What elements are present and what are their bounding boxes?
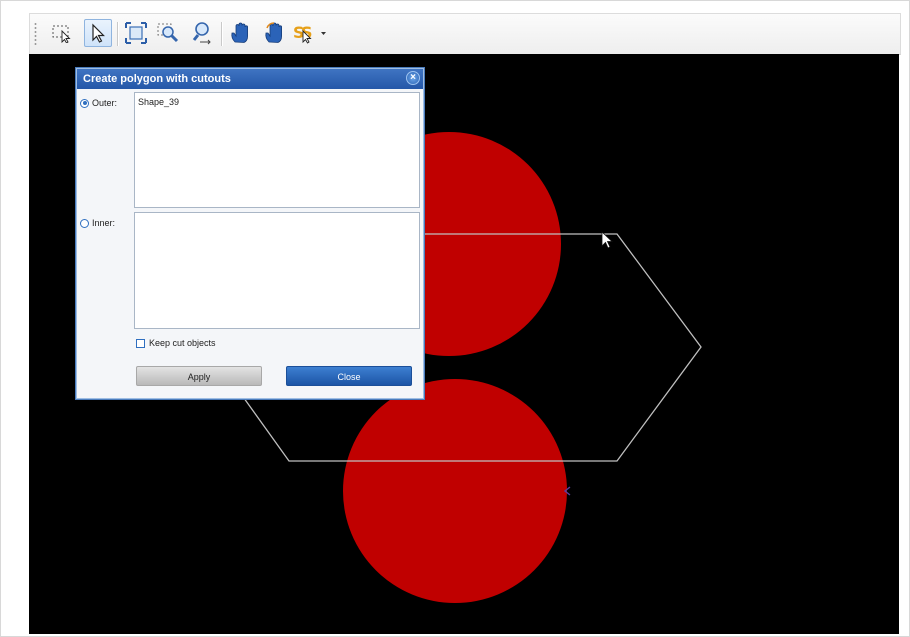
dialog-title-bar[interactable]: Create polygon with cutouts × [77,69,423,89]
keep-cut-objects-row[interactable]: Keep cut objects [136,338,216,348]
inner-listbox[interactable] [134,212,420,329]
zoom-window-icon [157,23,179,43]
dialog-title: Create polygon with cutouts [83,73,231,85]
inner-radio[interactable] [80,218,89,228]
keep-cut-objects-label: Keep cut objects [149,338,216,348]
close-button[interactable]: Close [286,366,412,386]
keep-cut-objects-checkbox[interactable] [136,338,145,348]
zoom-inout-button[interactable] [188,19,216,47]
lasso-select-icon [52,25,71,43]
outer-listbox[interactable]: Shape_39 [134,92,420,208]
outer-label: Outer: [92,98,118,108]
select-arrow-icon [92,23,105,43]
zoom-extents-icon [125,22,147,44]
rotate-hand-icon [265,22,282,43]
rotate-hand-button[interactable] [260,19,288,47]
snap-dropdown-button[interactable]: S S [292,19,330,47]
create-polygon-dialog: Create polygon with cutouts × Outer: Sha… [75,67,425,400]
outer-radio-row[interactable]: Outer: [80,98,117,108]
lasso-select-button[interactable] [48,19,76,47]
outer-radio[interactable] [80,98,89,108]
zoom-window-button[interactable] [154,19,182,47]
select-arrow-button[interactable] [84,19,112,47]
list-item[interactable]: Shape_39 [138,97,416,107]
toolbar-separator [221,22,222,46]
inner-radio-row[interactable]: Inner: [80,218,115,228]
pan-hand-button[interactable] [226,19,254,47]
zoom-extents-button[interactable] [122,19,150,47]
inner-label: Inner: [92,218,116,228]
toolbar-separator [117,22,118,46]
application-window: S S Create polygon with cutouts × Outer:… [0,0,910,637]
apply-button[interactable]: Apply [136,366,262,386]
chevron-down-icon [321,32,326,35]
pan-hand-icon [231,22,248,43]
dialog-close-icon[interactable]: × [406,71,420,85]
toolbar: S S [29,13,901,55]
zoom-inout-icon [192,22,211,45]
toolbar-grip[interactable] [34,22,37,46]
snap-dropdown-icon: S S [293,23,326,44]
red-circle-bottom[interactable] [343,379,567,603]
